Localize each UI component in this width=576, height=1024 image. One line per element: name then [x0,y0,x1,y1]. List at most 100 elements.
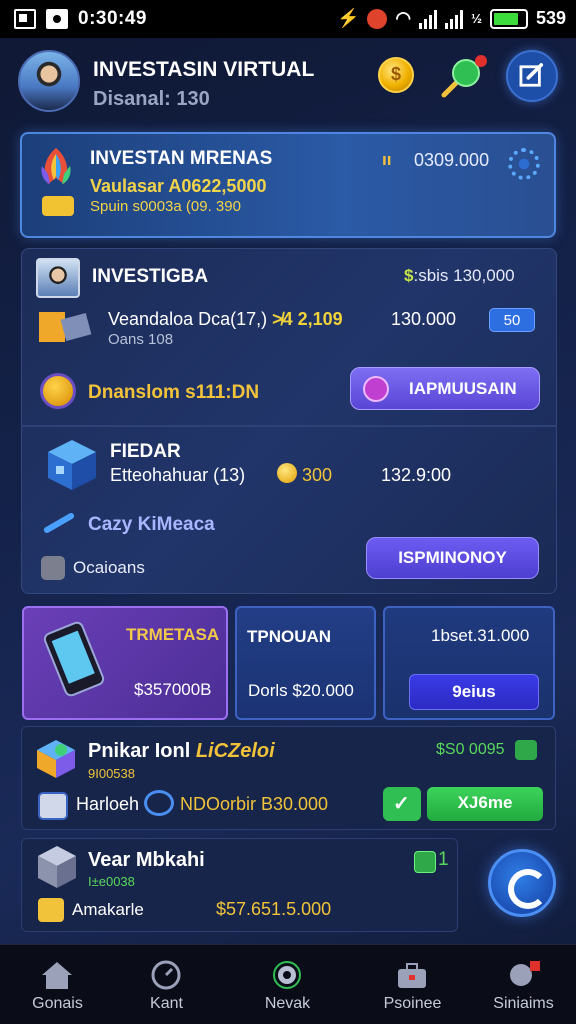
tag-icon [38,898,64,922]
ticket-icon [42,196,74,216]
gear-icon[interactable] [508,148,540,180]
cube-icon [48,440,96,490]
chat-icon [510,961,540,986]
edit-icon [519,63,544,87]
status-bar: 0:30:49 ⚡ ◠ ½ 539 [0,0,576,38]
section-small-label: Ocaioans [73,558,145,577]
item-value: NDOorbir B30.000 [180,794,329,814]
nav-item-siniaims[interactable]: Siniaims [466,945,576,1024]
item-sub: 9I00538 [88,766,135,781]
battery-icon [489,8,528,29]
nav-item-nevak[interactable]: Nevak [230,945,345,1024]
investor-avatar[interactable] [36,258,80,298]
divider [21,425,557,427]
section-number: 132.9:00 [381,465,452,485]
battery-level: 539 [535,8,566,28]
tile-tpnouan[interactable] [235,606,376,720]
coin-icon[interactable] [378,57,414,93]
item-title: Vear Mbkahi [88,849,205,871]
item-count: 1 [438,849,449,870]
panel-stat: $:sbis 130,000 [404,266,515,286]
nav-label: Psoinee [383,995,442,1012]
tile-title: 1bset.31.000 [431,626,530,645]
card-amount: Vaulasar A0622,5000 [90,176,267,196]
row-label: Veandaloa Dca(17,) ≯4 2,109 [108,309,343,330]
alert-icon [367,8,388,29]
camera-icon [273,961,301,989]
signal-icon [419,9,438,29]
gear-small-icon [41,556,65,580]
tile-button[interactable]: 9eius [409,674,539,710]
count-chip[interactable]: 50 [489,308,535,332]
tile-value: Dorls $20.000 [248,681,354,700]
nav-label: Gonais [32,995,83,1012]
panel-title: INVESTIGBA [92,266,209,287]
notification-icon [14,9,36,29]
action-button[interactable]: IAPMUUSAIN [350,367,540,410]
pin-icon[interactable] [440,53,492,99]
signal-label: ½ [471,11,482,26]
mute-icon: ⚡ [336,8,360,28]
row-sub: Oans 108 [108,331,174,348]
section-title: FIEDAR [110,441,181,462]
section-italic-label: Cazy KiMeaca [88,514,215,535]
stat-value: :sbis 130,000 [413,266,515,285]
item-name: Harloeh [76,794,140,814]
refresh-button[interactable] [488,849,556,917]
nav-item-kant[interactable]: Kant [109,945,224,1024]
card-value: 0309.000 [414,150,490,170]
gold-label: Dnanslom s111:DN [88,382,260,403]
wifi-icon: ◠ [395,8,412,28]
token-icon [363,376,389,402]
count-square-icon [414,851,436,873]
bottom-nav: Gonais Kant Nevak Psoinee Siniaims [0,944,576,1024]
tile-title: TRMETASA [126,625,220,644]
phone-icon [43,621,105,697]
tile-value: $357000B [134,680,212,699]
check-icon[interactable] [383,787,421,821]
coin-icon-small [277,463,297,483]
card-title: INVESTAN MRENAS [90,148,273,169]
item-name: Amakarle [72,900,144,919]
section-coin-value: 300 [302,465,333,485]
user-avatar[interactable] [38,792,68,820]
clock: 0:30:49 [78,8,147,29]
box-icon [39,312,92,342]
status-square-icon [515,740,537,760]
nav-label: Nevak [264,995,311,1012]
row-number: 130.000 [391,309,457,329]
cube-gem-icon [37,740,75,778]
edit-button[interactable] [506,50,558,102]
item-title-text: Pnikar Ionl [88,740,191,762]
briefcase-icon [398,963,426,988]
medal-icon [40,373,76,409]
signal-icon-2 [445,9,464,29]
section-button[interactable]: ISPMINONOY [366,537,539,579]
nav-label: Kant [150,995,183,1012]
item-title-accent: LiCZeloi [195,740,275,762]
screenshot-icon [46,9,68,29]
page-subtitle: Disanal: 130 [93,88,210,110]
crown-icon: ıı [382,150,392,169]
ring-icon [144,790,174,816]
item-button[interactable]: XJ6me [427,787,543,821]
clock-icon [151,960,181,990]
item-value: $57.651.5.000 [216,899,332,919]
nav-item-home[interactable]: Gonais [0,945,115,1024]
item-right-value: $S0 0095 [436,741,505,758]
section-row-label: Etteohahuar (13) [110,465,246,485]
row-highlight: ≯4 2,109 [272,309,343,329]
action-button-label: IAPMUUSAIN [409,379,517,398]
box-3d-icon [38,846,76,888]
row-label-text: Veandaloa Dca(17,) [108,309,268,329]
home-icon [42,962,72,989]
item-sub: I±e0038 [88,874,135,889]
avatar[interactable] [18,50,80,112]
page-title: INVESTASIN VIRTUAL [93,58,315,81]
flame-logo-icon [41,148,71,184]
tile-title: TPNOUAN [247,627,332,646]
card-detail: Spuin s0003a (09. 390 [90,198,241,215]
item-title: Pnikar Ionl LiCZeloi [88,740,275,763]
nav-item-psoinee[interactable]: Psoinee [355,945,470,1024]
nav-label: Siniaims [493,995,554,1012]
